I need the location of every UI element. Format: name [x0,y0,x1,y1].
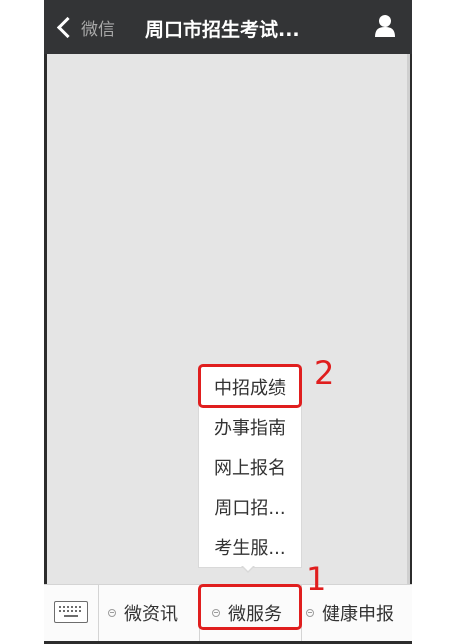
title-bar: 微信 周口市招生考试... [44,0,412,54]
submenu-item-zhoukou-admissions[interactable]: 周口招... [199,487,301,527]
person-icon[interactable] [374,14,396,38]
page-title: 周口市招生考试... [145,19,300,41]
scrollbar[interactable] [407,54,410,584]
submenu-item-guide[interactable]: 办事指南 [199,407,301,447]
menu-dot-icon [306,609,314,617]
chevron-left-icon [56,16,79,38]
highlight-box-step2 [198,364,302,408]
step-number-1: 1 [306,560,327,598]
step-number-2: 2 [314,354,335,392]
keyboard-toggle[interactable] [44,585,99,641]
submenu-item-online-registration[interactable]: 网上报名 [199,447,301,487]
menu-item-label: 健康申报 [322,604,394,625]
back-label: 微信 [81,19,115,40]
back-button[interactable]: 微信 [54,13,115,41]
popup-pointer-fill [242,565,254,571]
keyboard-icon [54,601,88,623]
highlight-box-step1 [198,584,302,630]
menu-item-news[interactable]: 微资讯 [108,585,178,641]
menu-item-label: 微资讯 [124,604,178,625]
menu-dot-icon [108,609,116,617]
submenu-item-candidate-services[interactable]: 考生服... [199,527,301,567]
